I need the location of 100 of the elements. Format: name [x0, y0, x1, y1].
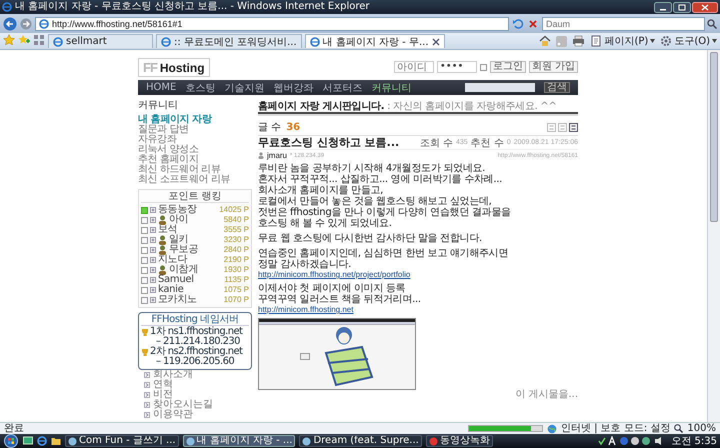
user-name[interactable]: 모카치노	[158, 295, 197, 305]
login-button[interactable]: 로그인	[490, 61, 526, 73]
rank-checkbox[interactable]	[141, 296, 148, 304]
user-points: 2190 P	[224, 255, 249, 265]
remember-checkbox[interactable]	[480, 64, 487, 70]
expand-icon[interactable]	[150, 287, 156, 293]
toolbar-menu[interactable]: 페이지(P)	[590, 34, 656, 48]
user-name[interactable]: Samuel	[158, 275, 194, 285]
user-icon	[258, 152, 264, 159]
rank-checkbox[interactable]	[141, 206, 148, 214]
link[interactable]: http://minicom.ffhosting.net	[258, 305, 578, 314]
expand-icon[interactable]	[150, 247, 156, 253]
home-icon[interactable]	[539, 35, 552, 47]
nav-link[interactable]: 웹버강좌	[273, 80, 314, 94]
browser-tab[interactable]: 내 홈페이지 자랑 - 무...	[304, 34, 444, 48]
footer-link[interactable]: 찾아오시는길	[153, 400, 213, 410]
sidebar-link[interactable]: 최신 소프트웨어 리뷰	[138, 175, 252, 185]
login-button[interactable]: 회원 가입	[528, 61, 578, 73]
rank-checkbox[interactable]	[141, 236, 148, 244]
browser-icon[interactable]	[37, 436, 47, 446]
rank-checkbox[interactable]	[141, 216, 148, 224]
expand-icon[interactable]	[150, 227, 156, 233]
back-button[interactable]	[3, 16, 17, 30]
minimize-button[interactable]	[654, 2, 672, 12]
star-icon[interactable]	[3, 34, 15, 46]
bullet-icon	[144, 392, 150, 398]
author-name[interactable]: jmaru	[267, 151, 288, 160]
toolbar-menu[interactable]: 도구(O)	[660, 34, 717, 48]
expand-icon[interactable]	[150, 217, 156, 223]
sidebar-link[interactable]: 내 홈페이지 자랑	[138, 115, 252, 125]
user-name[interactable]: 아이	[169, 215, 188, 225]
search-field[interactable]: Daum	[542, 16, 705, 30]
user-name[interactable]: 동동농장	[158, 205, 197, 215]
user-points: 14025 P	[219, 205, 249, 215]
browser-icon	[310, 36, 320, 46]
address-field[interactable]: http://www.ffhosting.net/58161#1	[35, 16, 509, 30]
footer-link[interactable]: 이용약관	[153, 410, 193, 420]
user-name[interactable]: 무보공	[169, 245, 198, 255]
expand-icon[interactable]	[150, 277, 156, 283]
sidebar-link[interactable]: 최신 하드웨어 리뷰	[138, 165, 252, 175]
more-link[interactable]: 이 게시물을...	[515, 390, 578, 400]
folder-icon[interactable]	[51, 436, 61, 446]
nav-link[interactable]: HOME	[146, 82, 176, 93]
start-button[interactable]	[3, 434, 19, 448]
expand-icon[interactable]	[150, 297, 156, 303]
nav-link[interactable]: 기술지원	[224, 80, 264, 94]
rank-checkbox[interactable]	[141, 256, 148, 264]
paragraph: 루비란 놈을 공부하기 시작해 4개월정도가 되었네요. 혼자서 꾸적꾸적... 삽질하고... 영에 미러박기를 수차례... 회사소개 홈페이지를 만들고, 로컬에서 만들어 놓은 것을 웹호스팅 해보고 싶었는데, 젓번은 ffhosting을 만나 이렇게 다양히 연습했던 결과물을 호스팅 해 볼 수 있게 되었네요.	[258, 163, 512, 229]
caret-icon[interactable]	[712, 39, 717, 43]
zoom-level[interactable]: 100%	[687, 424, 716, 434]
user-name[interactable]: 보석	[158, 225, 178, 235]
browser-tab[interactable]: sellmart	[48, 34, 153, 48]
print-icon[interactable]	[572, 35, 586, 47]
desktop-icon[interactable]	[23, 436, 33, 446]
expand-icon[interactable]	[150, 267, 156, 273]
close-button[interactable]	[692, 2, 718, 12]
search-icon[interactable]	[707, 18, 717, 28]
sidebar-link[interactable]: 추천 홈페이지	[138, 155, 252, 165]
caret-icon[interactable]	[650, 39, 656, 43]
sidebar-link[interactable]: 질문과 답변	[138, 125, 252, 135]
expand-icon[interactable]	[150, 257, 156, 263]
search-field[interactable]	[465, 83, 535, 92]
user-name[interactable]: kanie	[158, 285, 184, 295]
maximize-button[interactable]	[673, 2, 691, 12]
scrollbar[interactable]	[707, 50, 720, 422]
user-name[interactable]: 이참게	[169, 265, 198, 275]
footer-link[interactable]: 비전	[153, 390, 173, 400]
tab-grid-icon[interactable]	[33, 34, 45, 46]
expand-icon[interactable]	[150, 207, 156, 213]
nav-link[interactable]: 커뮤니티	[371, 80, 412, 94]
rank-checkbox[interactable]	[141, 266, 148, 274]
nav-link[interactable]: 서포터즈	[322, 80, 362, 94]
nav-link[interactable]: 호스팅	[185, 80, 216, 94]
expand-icon[interactable]	[150, 237, 156, 243]
rank-checkbox[interactable]	[141, 226, 148, 234]
sidebar-link[interactable]: 자유강좌	[138, 135, 252, 145]
footer-link[interactable]: 연혁	[153, 380, 173, 390]
link[interactable]: http://minicom.ffhosting.net/project/portfolio	[258, 270, 578, 279]
password-field[interactable]: ••••	[436, 61, 477, 73]
footer-link[interactable]: 회사소개	[153, 370, 193, 380]
zoom-icon[interactable]	[674, 424, 684, 433]
gallery-view-icon[interactable]	[569, 122, 578, 132]
user-name[interactable]: 일키	[169, 235, 188, 245]
paragraph: 연습중인 홈페이지인데, 심심하면 한번 보고 얘기해주시면 정말 감사하겠습니다.	[258, 248, 510, 270]
rank-checkbox[interactable]	[141, 286, 148, 294]
refresh-icon[interactable]	[512, 18, 524, 30]
user-name[interactable]: 지노다	[158, 255, 188, 265]
sidebar-link[interactable]: 리눅서 양성소	[138, 145, 252, 155]
security-zone[interactable]: 인터넷 | 보호 모드: 설정	[560, 424, 670, 434]
id-field[interactable]: 아이디	[394, 61, 434, 73]
browser-tab[interactable]: :: 무료도메인 포워딩서비...	[156, 34, 302, 48]
search-button[interactable]: 검색	[544, 82, 570, 93]
image-thumbnail-icon	[300, 352, 310, 360]
stop-icon[interactable]	[527, 18, 539, 30]
forward-button[interactable]	[20, 18, 32, 30]
close-icon[interactable]	[432, 38, 440, 46]
rank-checkbox[interactable]	[141, 276, 148, 284]
add-star-icon[interactable]	[18, 34, 30, 46]
rank-checkbox[interactable]	[141, 246, 148, 254]
site-logo[interactable]: FF Hosting	[138, 58, 210, 76]
